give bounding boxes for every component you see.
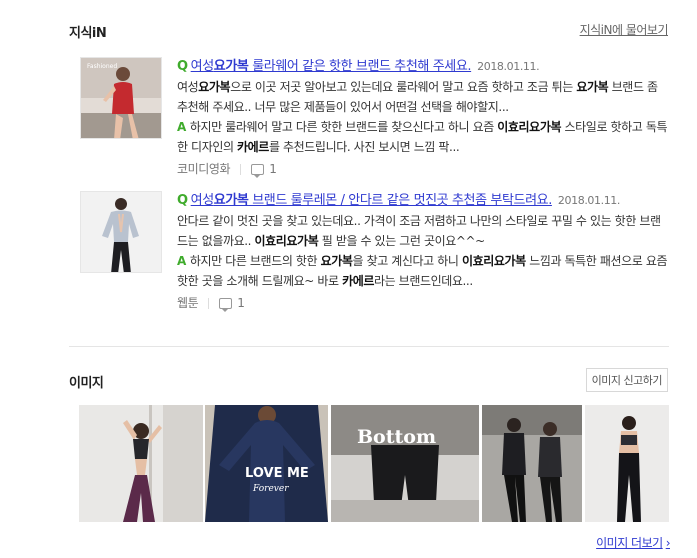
image-result[interactable]: [482, 405, 582, 522]
image-result[interactable]: LOVE ME Forever: [205, 405, 328, 522]
divider: [208, 297, 210, 309]
image-result[interactable]: [585, 405, 669, 522]
ask-kin-link[interactable]: 지식iN에 물어보기: [580, 21, 669, 38]
image-result[interactable]: Bottom: [331, 405, 479, 522]
kin-item: Fashioned Q 여성요가복 룰라웨어 같은 핫한 브랜드 추천해 주세요.…: [69, 56, 669, 196]
question-date: 2018.01.11.: [477, 60, 540, 73]
question-mark-icon: Q: [177, 59, 188, 74]
comment-icon: [219, 297, 233, 312]
item-meta: 코미디영화 1: [177, 159, 670, 179]
chevron-right-icon: ›: [665, 536, 671, 550]
comment-count[interactable]: 1: [269, 159, 277, 179]
thumbnail-image[interactable]: Fashioned: [80, 57, 162, 139]
section-divider: [69, 346, 669, 347]
thumb-text: Forever: [252, 484, 289, 494]
question-row: Q 여성요가복 브랜드 룰루레몬 / 안다르 같은 멋진곳 추천좀 부탁드려요. 2…: [177, 190, 670, 211]
item-meta: 웹툰 1: [177, 293, 670, 313]
thumb-text: Fashioned: [87, 63, 117, 70]
comment-icon: [251, 163, 265, 178]
category-link[interactable]: 코미디영화: [177, 159, 231, 179]
report-image-button[interactable]: 이미지 신고하기: [585, 368, 668, 392]
answer-mark-icon: A: [177, 254, 186, 268]
question-body: 안다르 같이 멋진 곳을 찾고 있는데요.. 가격이 조금 저렴하고 나만의 스…: [177, 214, 661, 248]
question-title-link[interactable]: 여성요가복 브랜드 룰루레몬 / 안다르 같은 멋진곳 추천좀 부탁드려요.: [191, 193, 553, 208]
image-section-title: 이미지: [69, 376, 104, 391]
answer-mark-icon: A: [177, 120, 186, 134]
divider: [240, 163, 242, 175]
question-row: Q 여성요가복 룰라웨어 같은 핫한 브랜드 추천해 주세요. 2018.01.11…: [177, 56, 670, 77]
answer-body: A 하지만 다른 브랜드의 핫한 요가복을 찾고 계신다고 하니 이효리요가복 느…: [177, 254, 668, 288]
category-link[interactable]: 웹툰: [177, 293, 199, 313]
kin-section-title: 지식iN: [69, 26, 107, 41]
kin-item: Q 여성요가복 브랜드 룰루레몬 / 안다르 같은 멋진곳 추천좀 부탁드려요. 2…: [69, 190, 669, 330]
thumb-text: Bottom: [357, 426, 436, 448]
thumb-text: LOVE ME: [245, 466, 309, 481]
question-title-link[interactable]: 여성요가복 룰라웨어 같은 핫한 브랜드 추천해 주세요.: [191, 59, 472, 74]
question-body: 여성요가복으로 이곳 저곳 알아보고 있는데요 룰라웨어 말고 요즘 핫하고 조…: [177, 80, 658, 114]
answer-body: A 하지만 룰라웨어 말고 다른 핫한 브랜드를 찾으신다고 하니 요즘 이효리요…: [177, 120, 668, 154]
question-mark-icon: Q: [177, 193, 188, 208]
image-result[interactable]: [79, 405, 203, 522]
comment-count[interactable]: 1: [237, 293, 245, 313]
more-images-link[interactable]: 이미지 더보기 ›: [596, 534, 670, 551]
thumbnail-image[interactable]: [80, 191, 162, 273]
question-date: 2018.01.11.: [557, 194, 620, 207]
